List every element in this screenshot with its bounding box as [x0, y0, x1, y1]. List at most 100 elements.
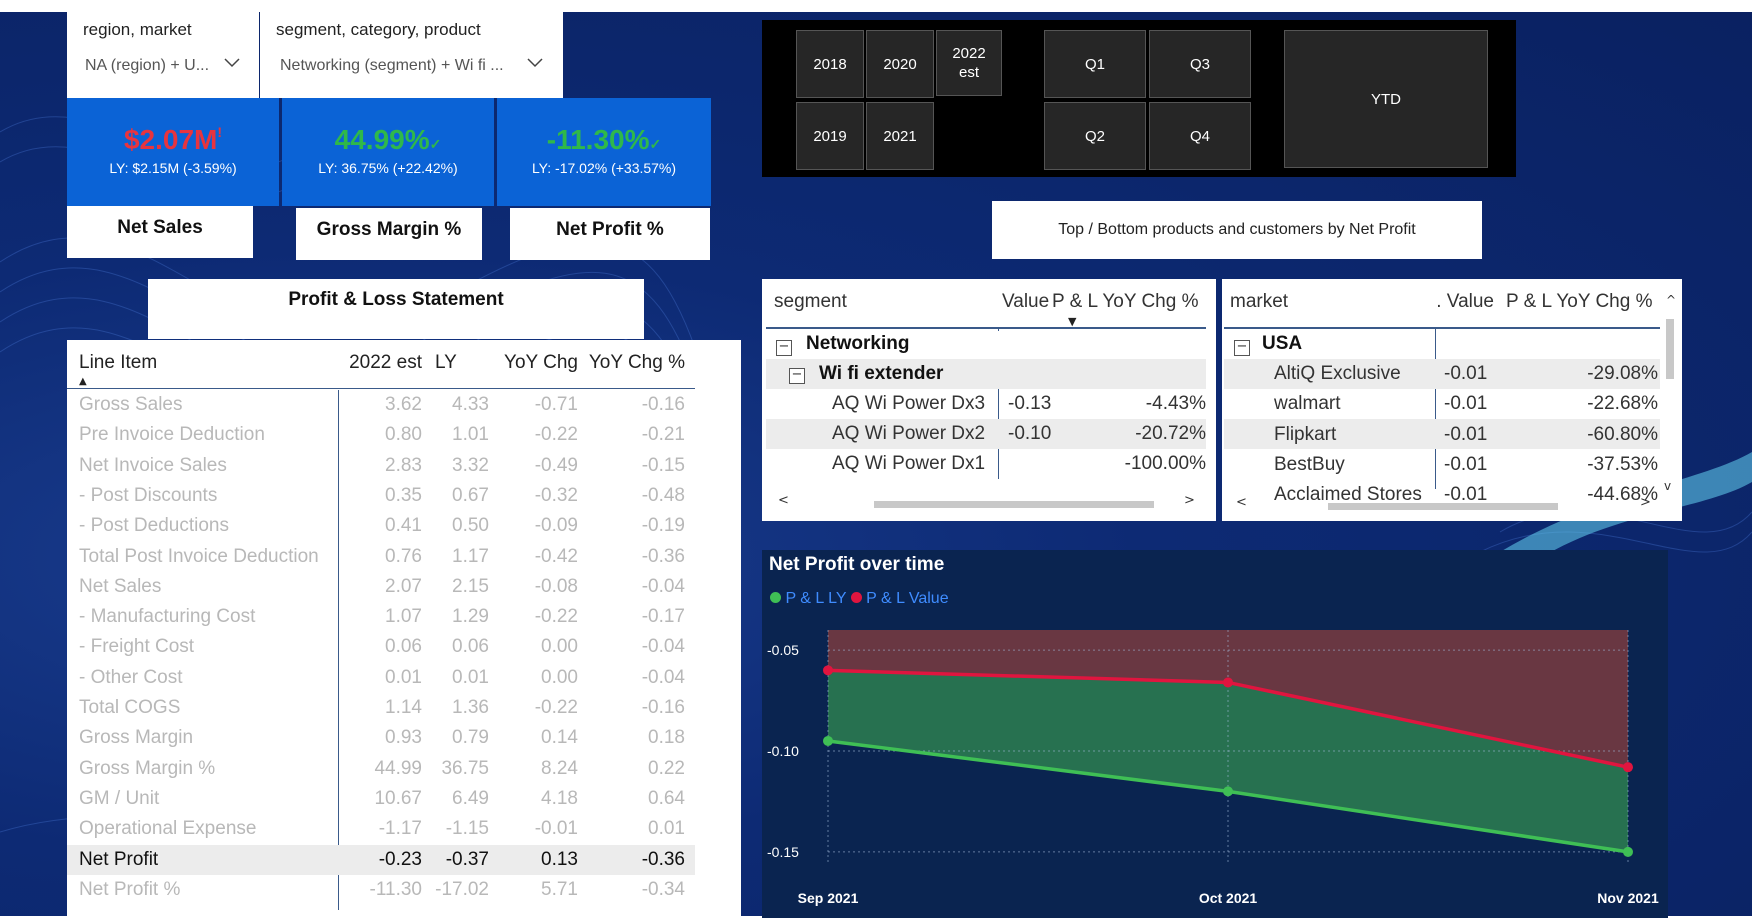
- collapse-icon[interactable]: −: [776, 340, 792, 356]
- mkt-col-value[interactable]: . Value: [1432, 291, 1494, 313]
- line-item-value: 1.07: [385, 606, 422, 628]
- scroll-left-icon[interactable]: <: [778, 493, 789, 508]
- quarter-button-q2[interactable]: Q2: [1044, 102, 1146, 170]
- pl-col-line-item[interactable]: Line Item: [79, 352, 157, 374]
- table-row[interactable]: Gross Margin % 44.99 36.75 8.24 0.22: [67, 754, 697, 784]
- mkt-col-yoy[interactable]: P & L YoY Chg %: [1506, 291, 1653, 313]
- segment-slicer-value[interactable]: Networking (segment) + Wi fi ...: [280, 57, 504, 75]
- table-row[interactable]: Operational Expense -1.17 -1.15 -0.01 0.01: [67, 814, 697, 844]
- region-slicer[interactable]: region, market NA (region) + U...: [67, 12, 259, 98]
- line-item-value: -0.16: [641, 394, 685, 415]
- chevron-down-icon[interactable]: [526, 56, 544, 74]
- scroll-right-icon[interactable]: >: [1184, 493, 1195, 508]
- table-row[interactable]: Pre Invoice Deduction 0.80 1.01 -0.22 -0.21: [67, 420, 697, 450]
- mkt-row-label[interactable]: walmart: [1274, 393, 1341, 415]
- line-item-value: 2.15: [452, 575, 489, 597]
- year-button-2018[interactable]: 2018: [796, 30, 864, 98]
- net-profit-button[interactable]: Net Profit %: [510, 208, 710, 260]
- seg-row-label[interactable]: AQ Wi Power Dx3: [832, 393, 985, 415]
- line-item-value: 4.18: [541, 787, 578, 809]
- line-item-value: -0.08: [534, 575, 578, 597]
- sort-up-icon[interactable]: ▲: [79, 376, 87, 387]
- table-row[interactable]: Net Profit -0.23 -0.37 0.13 -0.36: [67, 844, 695, 875]
- table-row[interactable]: - Other Cost 0.01 0.01 0.00 -0.04: [67, 663, 697, 693]
- line-item-value: 5.71: [541, 878, 578, 900]
- seg-row-label[interactable]: AQ Wi Power Dx1: [832, 453, 985, 475]
- scrollbar-thumb[interactable]: [1328, 503, 1558, 510]
- table-row[interactable]: Net Invoice Sales 2.83 3.32 -0.49 -0.15: [67, 451, 697, 481]
- year-button-2022-est[interactable]: 2022 est: [936, 30, 1002, 96]
- quarter-button-q4[interactable]: Q4: [1149, 102, 1251, 170]
- seg-row-label[interactable]: AQ Wi Power Dx2: [832, 423, 985, 445]
- line-item-value: -0.04: [641, 666, 685, 688]
- top-bottom-button[interactable]: Top / Bottom products and customers by N…: [992, 201, 1482, 259]
- table-row[interactable]: Total Post Invoice Deduction 0.76 1.17 -0.4…: [67, 542, 697, 572]
- table-row[interactable]: - Freight Cost 0.06 0.06 0.00 -0.04: [67, 632, 697, 662]
- point-ly: [1223, 786, 1233, 797]
- net-profit-chart: Net Profit over time P & L LY P & L Valu…: [762, 550, 1668, 918]
- segment-slicer-title: segment, category, product: [276, 20, 481, 39]
- line-item-label: Pre Invoice Deduction: [79, 424, 265, 446]
- line-item-value: -0.22: [534, 606, 578, 628]
- pl-col-ly[interactable]: LY: [435, 352, 457, 374]
- line-item-label: Net Profit: [79, 848, 159, 870]
- scroll-up-icon[interactable]: ^: [1666, 293, 1676, 307]
- scroll-down-icon[interactable]: v: [1664, 479, 1671, 493]
- seg-col-value[interactable]: Value: [1002, 291, 1049, 313]
- seg-col-segment[interactable]: segment: [774, 291, 847, 313]
- mkt-row-label[interactable]: Flipkart: [1274, 424, 1336, 446]
- line-item-value: 0.18: [648, 727, 685, 749]
- mkt-horizontal-scrollbar[interactable]: < >: [1236, 495, 1656, 511]
- line-item-value: -0.36: [641, 545, 685, 567]
- table-row[interactable]: Gross Margin 0.93 0.79 0.14 0.18: [67, 723, 697, 753]
- collapse-icon[interactable]: −: [789, 368, 805, 384]
- scroll-right-icon[interactable]: >: [1640, 495, 1651, 510]
- mkt-row-value: -0.01: [1444, 423, 1488, 445]
- year-button-2019[interactable]: 2019: [796, 102, 864, 170]
- line-item-value: -0.15: [641, 454, 685, 476]
- line-item-value: 3.62: [385, 394, 422, 415]
- year-button-2021[interactable]: 2021: [866, 102, 934, 170]
- line-item-value: 0.06: [385, 636, 422, 658]
- collapse-icon[interactable]: −: [1234, 340, 1250, 356]
- year-button-2020[interactable]: 2020: [866, 30, 934, 98]
- line-item-value: 3.32: [452, 454, 489, 476]
- mkt-vertical-scrollbar[interactable]: [1666, 319, 1674, 379]
- pl-title-card: Profit & Loss Statement: [148, 279, 644, 339]
- x-tick-label: Nov 2021: [1597, 890, 1659, 906]
- table-row[interactable]: - Manufacturing Cost 1.07 1.29 -0.22 -0.17: [67, 602, 697, 632]
- scroll-left-icon[interactable]: <: [1236, 495, 1247, 510]
- table-row[interactable]: Net Sales 2.07 2.15 -0.08 -0.04: [67, 572, 697, 602]
- line-item-value: 0.35: [385, 484, 422, 506]
- table-row[interactable]: GM / Unit 10.67 6.49 4.18 0.64: [67, 784, 697, 814]
- net-sales-button[interactable]: Net Sales: [67, 206, 253, 258]
- seg-horizontal-scrollbar[interactable]: < >: [778, 493, 1198, 509]
- line-item-value: -0.42: [534, 545, 578, 567]
- quarter-button-q3[interactable]: Q3: [1149, 30, 1251, 98]
- region-slicer-value[interactable]: NA (region) + U...: [85, 57, 209, 75]
- pl-col-2022-est[interactable]: 2022 est: [347, 352, 422, 374]
- line-item-value: 8.24: [541, 757, 578, 779]
- segment-slicer[interactable]: segment, category, product Networking (s…: [260, 12, 563, 98]
- table-row[interactable]: Total COGS 1.14 1.36 -0.22 -0.16: [67, 693, 697, 723]
- table-row[interactable]: - Post Deductions 0.41 0.50 -0.09 -0.19: [67, 511, 697, 541]
- mkt-row-value: -0.01: [1444, 393, 1488, 415]
- mkt-row-label[interactable]: AltiQ Exclusive: [1274, 363, 1401, 385]
- market-matrix: market . Value P & L YoY Chg % ^ v − USA…: [1222, 279, 1682, 521]
- gross-margin-button[interactable]: Gross Margin %: [296, 208, 482, 260]
- chevron-down-icon[interactable]: [223, 56, 241, 74]
- table-row[interactable]: - Post Discounts 0.35 0.67 -0.32 -0.48: [67, 481, 697, 511]
- scrollbar-thumb[interactable]: [874, 501, 1154, 508]
- mkt-col-market[interactable]: market: [1230, 291, 1288, 313]
- mkt-row-label[interactable]: BestBuy: [1274, 454, 1345, 476]
- seg-col-yoy[interactable]: P & L YoY Chg %: [1052, 291, 1199, 313]
- table-row[interactable]: Net Profit % -11.30 -17.02 5.71 -0.34: [67, 875, 697, 905]
- line-item-value: 0.50: [452, 515, 489, 537]
- pl-col-yoy-chg[interactable]: YoY Chg: [502, 352, 578, 374]
- line-item-value: 0.41: [385, 515, 422, 537]
- pl-col-yoy-chg-pct[interactable]: YoY Chg %: [587, 352, 685, 374]
- quarter-button-q1[interactable]: Q1: [1044, 30, 1146, 98]
- line-item-value: 0.01: [385, 666, 422, 688]
- ytd-button[interactable]: YTD: [1284, 30, 1488, 168]
- table-row[interactable]: Gross Sales 3.62 4.33 -0.71 -0.16: [67, 390, 697, 420]
